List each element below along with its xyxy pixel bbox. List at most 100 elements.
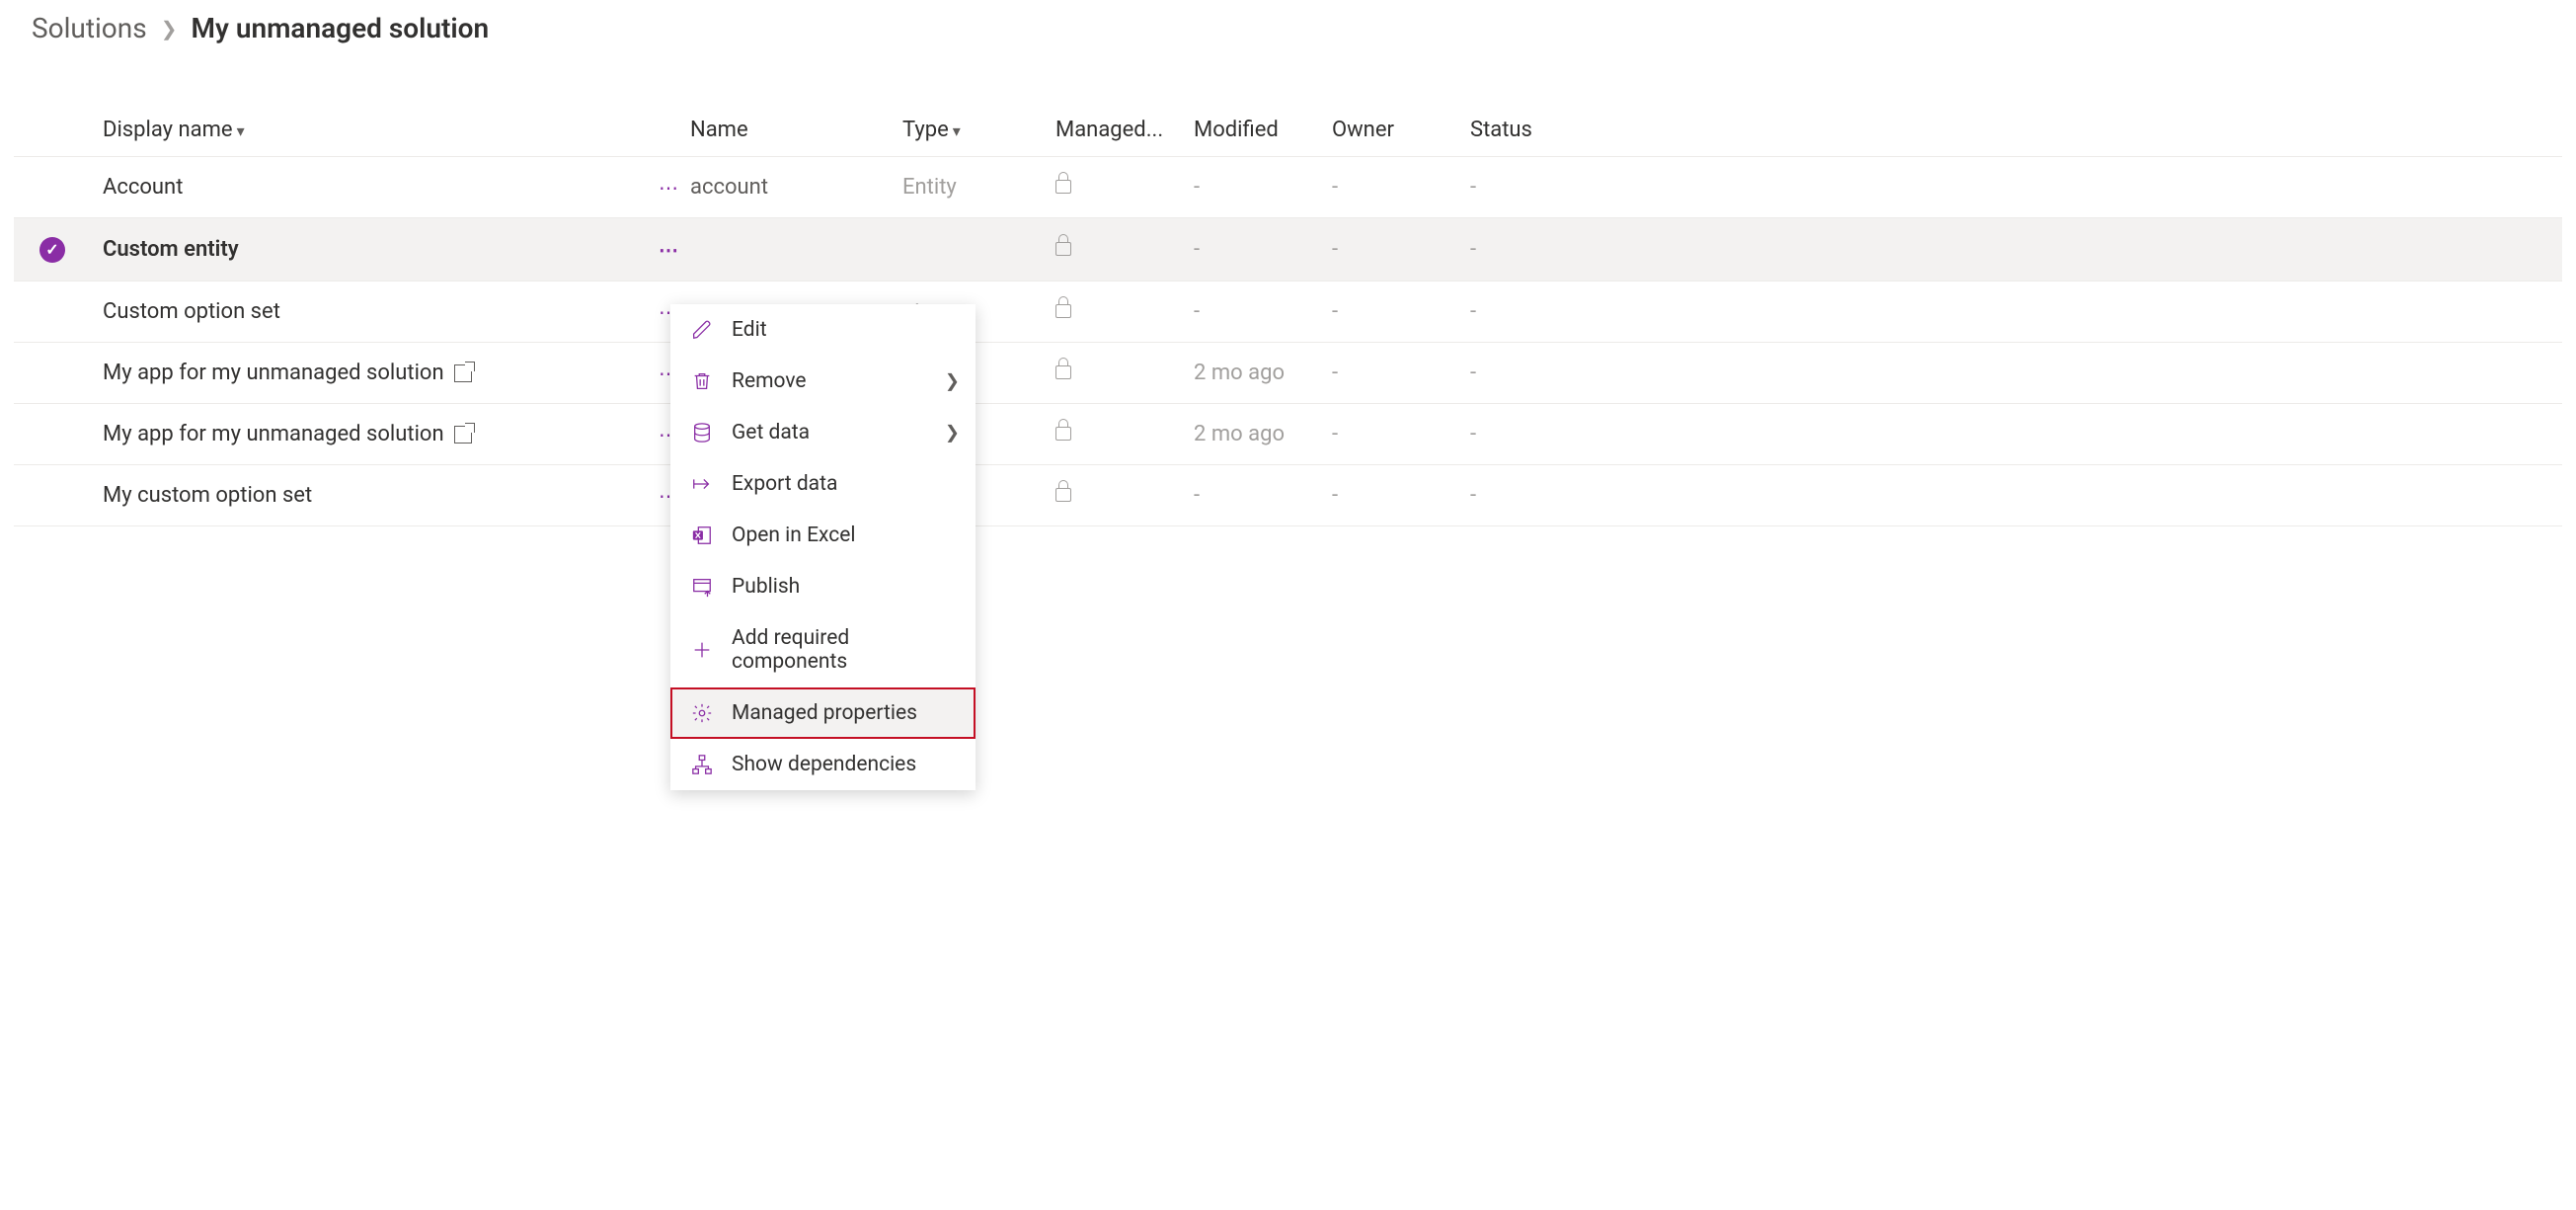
status-cell: - [1470, 343, 2562, 404]
table-row[interactable]: Custom option set⋯et--- [14, 282, 2562, 343]
column-type[interactable]: Type▾ [902, 104, 1055, 157]
modified-cell: 2 mo ago [1194, 404, 1332, 465]
plus-icon [690, 638, 714, 662]
menu-export-data[interactable]: Export data [670, 458, 976, 510]
table-header-row: Display name▾ Name Type▾ Managed... Modi… [14, 104, 2562, 157]
table-row[interactable]: Account⋯accountEntity--- [14, 157, 2562, 218]
lock-icon [1055, 242, 1071, 256]
chevron-right-icon: ❯ [945, 423, 960, 444]
modified-cell: - [1194, 282, 1332, 343]
lock-icon [1055, 180, 1071, 194]
display-name-text: My app for my unmanaged solution [103, 422, 444, 446]
row-select[interactable] [14, 465, 103, 526]
column-status[interactable]: Status [1470, 104, 2562, 157]
owner-cell: - [1332, 465, 1470, 526]
owner-cell: - [1332, 282, 1470, 343]
lock-icon [1055, 304, 1071, 318]
managed-cell [1055, 343, 1194, 404]
menu-open-excel[interactable]: Open in Excel [670, 510, 976, 561]
table-row[interactable]: My app for my unmanaged solution⋯iven A2… [14, 343, 2562, 404]
lock-icon [1055, 427, 1071, 441]
column-managed[interactable]: Managed... [1055, 104, 1194, 157]
trash-icon [690, 369, 714, 393]
menu-managed-properties[interactable]: Managed properties [670, 687, 976, 739]
hierarchy-icon [690, 753, 714, 776]
display-name-cell[interactable]: Account ⋯ [103, 157, 690, 218]
menu-label: Edit [732, 318, 767, 342]
solution-components-table: Display name▾ Name Type▾ Managed... Modi… [0, 64, 2576, 526]
menu-publish[interactable]: Publish [670, 561, 976, 612]
export-icon [690, 472, 714, 496]
display-name-text: My app for my unmanaged solution [103, 361, 444, 385]
menu-show-dependencies[interactable]: Show dependencies [670, 739, 976, 790]
display-name-cell[interactable]: Custom option set⋯ [103, 282, 690, 343]
breadcrumb: Solutions ❯ My unmanaged solution [0, 0, 2576, 64]
display-name-text: My custom option set [103, 483, 312, 508]
display-name-text: Custom entity [103, 237, 239, 262]
display-name-cell[interactable]: My custom option set⋯ [103, 465, 690, 526]
menu-label: Open in Excel [732, 524, 855, 547]
row-select[interactable] [14, 404, 103, 465]
menu-label: Show dependencies [732, 753, 916, 776]
owner-cell: - [1332, 343, 1470, 404]
menu-remove[interactable]: Remove ❯ [670, 356, 976, 407]
type-cell [902, 218, 1055, 282]
lock-icon [1055, 365, 1071, 379]
managed-cell [1055, 157, 1194, 218]
menu-label: Add required components [732, 626, 956, 674]
status-cell: - [1470, 282, 2562, 343]
type-cell: Entity [902, 157, 1055, 218]
row-select[interactable]: ✓ [14, 218, 103, 282]
table-row[interactable]: ✓Custom entity⋯--- [14, 218, 2562, 282]
chevron-down-icon: ▾ [237, 121, 245, 140]
menu-label: Remove [732, 369, 807, 393]
display-name-cell[interactable]: My app for my unmanaged solution⋯ [103, 343, 690, 404]
column-modified[interactable]: Modified [1194, 104, 1332, 157]
chevron-right-icon: ❯ [161, 17, 178, 40]
lock-icon [1055, 488, 1071, 502]
modified-cell: - [1194, 157, 1332, 218]
more-actions-button[interactable]: ⋯ [659, 240, 680, 260]
managed-cell [1055, 218, 1194, 282]
table-row[interactable]: My custom option set⋯et--- [14, 465, 2562, 526]
more-actions-button[interactable]: ⋯ [659, 178, 680, 198]
external-link-icon [454, 426, 472, 444]
chevron-down-icon: ▾ [953, 121, 961, 140]
status-cell: - [1470, 465, 2562, 526]
publish-icon [690, 575, 714, 599]
breadcrumb-current: My unmanaged solution [191, 12, 489, 44]
name-cell [690, 218, 902, 282]
owner-cell: - [1332, 218, 1470, 282]
menu-edit[interactable]: Edit [670, 304, 976, 356]
menu-label: Get data [732, 421, 810, 444]
column-owner[interactable]: Owner [1332, 104, 1470, 157]
column-display-name[interactable]: Display name▾ [103, 104, 690, 157]
display-name-cell[interactable]: Custom entity ⋯ [103, 218, 690, 282]
column-select-all[interactable] [14, 104, 103, 157]
modified-cell: - [1194, 465, 1332, 526]
status-cell: - [1470, 404, 2562, 465]
modified-cell: - [1194, 218, 1332, 282]
row-select[interactable] [14, 282, 103, 343]
external-link-icon [454, 364, 472, 382]
context-menu: Edit Remove ❯ Get data ❯ Export data [670, 304, 976, 790]
table-row[interactable]: My app for my unmanaged solution⋯ensior2… [14, 404, 2562, 465]
managed-cell [1055, 404, 1194, 465]
display-name-text: Account [103, 175, 183, 200]
row-select[interactable] [14, 343, 103, 404]
row-select[interactable] [14, 157, 103, 218]
name-cell: account [690, 157, 902, 218]
modified-cell: 2 mo ago [1194, 343, 1332, 404]
status-cell: - [1470, 218, 2562, 282]
status-cell: - [1470, 157, 2562, 218]
breadcrumb-parent[interactable]: Solutions [32, 12, 147, 44]
check-icon: ✓ [39, 237, 65, 263]
chevron-right-icon: ❯ [945, 371, 960, 392]
database-icon [690, 421, 714, 444]
menu-label: Export data [732, 472, 837, 496]
column-name[interactable]: Name [690, 104, 902, 157]
menu-get-data[interactable]: Get data ❯ [670, 407, 976, 458]
display-name-cell[interactable]: My app for my unmanaged solution⋯ [103, 404, 690, 465]
managed-cell [1055, 465, 1194, 526]
menu-add-required[interactable]: Add required components [670, 612, 976, 687]
